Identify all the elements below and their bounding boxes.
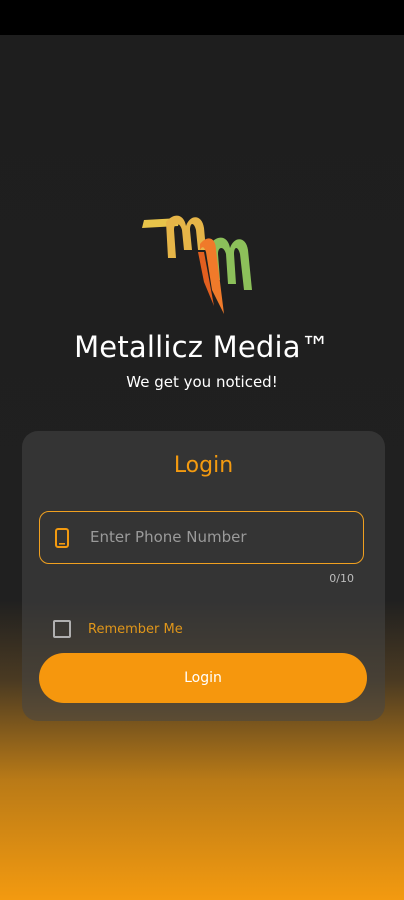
status-bar	[0, 0, 404, 35]
remember-me-row[interactable]: Remember Me	[53, 618, 183, 640]
remember-me-checkbox[interactable]	[53, 620, 71, 638]
login-button[interactable]: Login	[39, 653, 367, 703]
brand-title: Metallicz Media™	[74, 330, 330, 364]
character-counter: 0/10	[329, 572, 354, 585]
login-title: Login	[173, 453, 234, 478]
login-screen: Metallicz Media™ We get you noticed! Log…	[0, 0, 404, 900]
phone-number-input[interactable]	[90, 512, 350, 562]
login-card: Login 0/10 Remember Me Login	[22, 431, 385, 721]
remember-me-label[interactable]: Remember Me	[88, 622, 183, 637]
phone-icon	[55, 528, 69, 548]
phone-number-field[interactable]	[39, 511, 364, 564]
mm-logo-icon	[142, 215, 252, 314]
tagline: We get you noticed!	[126, 373, 278, 391]
